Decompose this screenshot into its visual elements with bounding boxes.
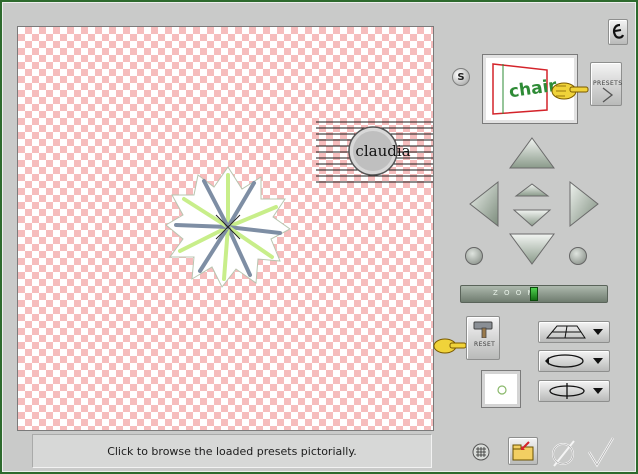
hammer-icon [473,321,493,338]
arrow-down-icon[interactable] [509,233,555,265]
s-button[interactable]: S [452,68,470,86]
zoom-slider[interactable]: Z O O M [460,285,608,303]
chevron-right-icon [602,87,614,103]
arrow-up-icon[interactable] [509,137,555,169]
open-folder-button[interactable] [508,437,538,465]
mini-preview[interactable] [481,370,521,408]
arrow-right-icon[interactable] [569,180,599,228]
pointing-hand-icon [551,82,589,100]
cancel-icon[interactable] [550,438,578,468]
ok-icon[interactable] [586,436,616,468]
rotate-loop-icon [545,354,603,368]
claudia-watermark: claudia [316,121,433,183]
center-down-icon[interactable] [512,209,552,227]
brand-e-icon[interactable] [608,19,628,45]
rotate-right-icon[interactable] [569,247,587,265]
status-bar: Click to browse the loaded presets picto… [32,434,432,468]
rotate-loop-button[interactable] [538,350,610,372]
perspective-plane-icon [545,325,603,339]
zoom-thumb[interactable] [530,287,538,301]
presets-label: PRESETS [593,80,623,87]
spin-loop-button[interactable] [538,380,610,402]
reset-label: RESET [474,341,496,348]
reset-button[interactable]: RESET [466,316,500,360]
s-label: S [457,71,465,83]
presets-button[interactable]: PRESETS [590,62,622,106]
center-up-icon[interactable] [514,183,550,197]
nav-arrows [469,137,599,265]
star-preview-icon[interactable] [165,166,291,288]
arrow-left-icon[interactable] [469,180,499,228]
folder-icon [512,441,534,461]
watermark-text: claudia [355,142,410,160]
canvas-content: claudia [165,121,433,288]
brand-e-glyph [612,23,625,39]
perspective-plane-button[interactable] [538,321,610,343]
pointing-hand-reset-icon [433,338,467,354]
plugin-window: claudia Click to browse the loaded prese… [0,0,638,474]
grid-icon[interactable] [472,443,490,461]
preview-canvas[interactable]: claudia [17,26,434,431]
status-text: Click to browse the loaded presets picto… [107,444,357,458]
mini-star-icon [497,385,507,395]
spin-loop-icon [549,383,603,399]
rotate-left-icon[interactable] [465,247,483,265]
